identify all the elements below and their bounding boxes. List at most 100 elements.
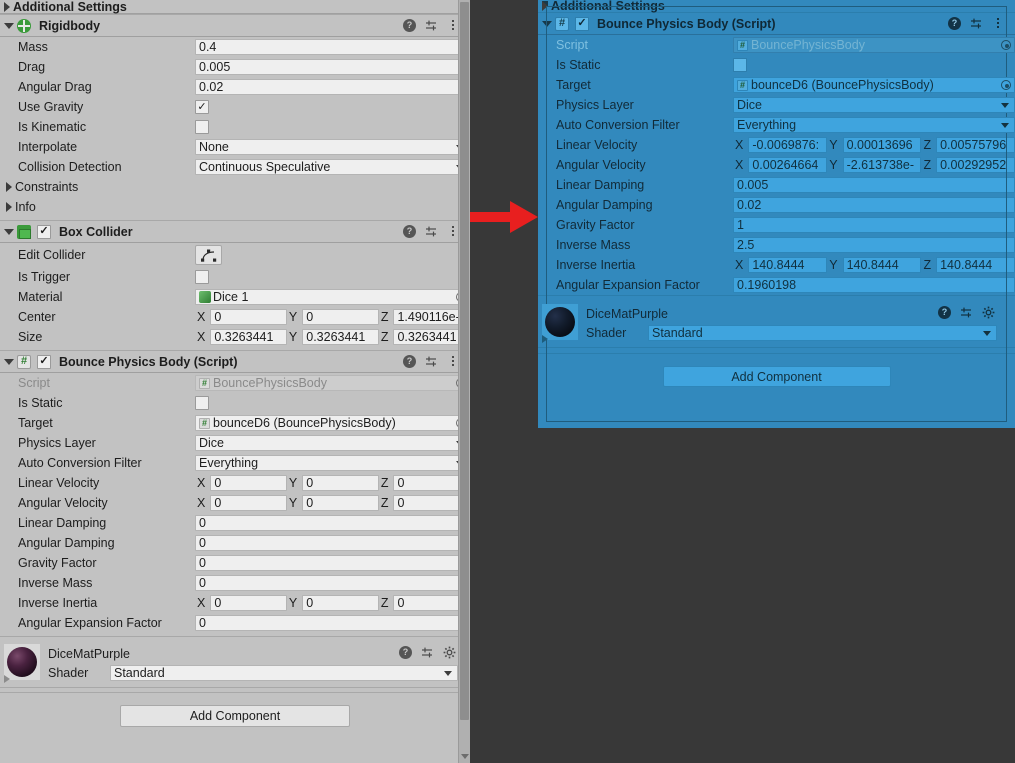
interpolate-dropdown[interactable]: None [195, 139, 470, 155]
edit-collider-button[interactable] [195, 245, 222, 265]
angular-velocity-x-input[interactable]: 0.00264664 [748, 157, 828, 173]
help-icon[interactable]: ? [403, 355, 416, 368]
auto-conversion-filter-dropdown[interactable]: Everything [195, 455, 470, 471]
component-header-bounce-physics-body[interactable]: # ✓ Bounce Physics Body (Script) ? [538, 12, 1015, 35]
angular-velocity-y-input[interactable]: 0 [302, 495, 379, 511]
physics-material-icon [199, 291, 211, 303]
angular-damping-input[interactable]: 0.02 [733, 197, 1015, 213]
angular-velocity-x-input[interactable]: 0 [210, 495, 287, 511]
center-y-input[interactable]: 0 [302, 309, 379, 325]
linear-velocity-x-input[interactable]: 0 [210, 475, 287, 491]
add-component-button[interactable]: Add Component [120, 705, 350, 727]
chevron-right-icon[interactable] [4, 675, 10, 683]
additional-settings-header[interactable]: Additional Settings [0, 0, 470, 14]
gear-icon[interactable] [982, 306, 995, 319]
angular-expansion-factor-input[interactable]: 0.1960198 [733, 277, 1015, 293]
preset-icon[interactable] [425, 355, 438, 368]
angular-damping-input[interactable]: 0 [195, 535, 470, 551]
inverse-inertia-y-input[interactable]: 140.8444 [842, 257, 922, 273]
linear-velocity-y-input[interactable]: 0 [302, 475, 379, 491]
preset-icon[interactable] [421, 646, 434, 659]
size-y-input[interactable]: 0.3263441 [302, 329, 379, 345]
is-trigger-checkbox[interactable] [195, 270, 209, 284]
component-header-rigidbody[interactable]: Rigidbody ? [0, 14, 470, 37]
use-gravity-checkbox[interactable]: ✓ [195, 100, 209, 114]
row-collision-detection: Collision Detection Continuous Speculati… [0, 157, 470, 177]
is-kinematic-checkbox[interactable] [195, 120, 209, 134]
preset-icon[interactable] [425, 225, 438, 238]
help-icon[interactable]: ? [403, 19, 416, 32]
angular-velocity-z-input[interactable]: 0.00292952 [936, 157, 1015, 173]
add-component-button[interactable]: Add Component [662, 366, 891, 387]
preset-icon[interactable] [425, 19, 438, 32]
gravity-factor-input[interactable]: 1 [733, 217, 1015, 233]
shader-dropdown[interactable]: Standard [648, 325, 997, 341]
help-icon[interactable]: ? [399, 646, 412, 659]
kebab-menu-icon[interactable] [992, 17, 1005, 30]
material-object-field[interactable]: Dice 1 [195, 289, 470, 305]
linear-velocity-x-input[interactable]: -0.0069876: [748, 137, 828, 153]
angular-expansion-factor-input[interactable]: 0 [195, 615, 470, 631]
help-icon[interactable]: ? [938, 306, 951, 319]
chevron-down-icon[interactable] [4, 228, 14, 235]
inverse-inertia-x-input[interactable]: 140.8444 [748, 257, 828, 273]
chevron-right-icon[interactable] [542, 1, 548, 11]
inverse-mass-input[interactable]: 2.5 [733, 237, 1015, 253]
target-object-field[interactable]: # bounceD6 (BouncePhysicsBody) [733, 77, 1015, 93]
preset-icon[interactable] [960, 306, 973, 319]
angular-drag-input[interactable]: 0.02 [195, 79, 470, 95]
preset-icon[interactable] [970, 17, 983, 30]
inverse-mass-input[interactable]: 0 [195, 575, 470, 591]
box-collider-enabled-checkbox[interactable]: ✓ [37, 224, 51, 239]
bounce-physics-body-enabled-checkbox[interactable]: ✓ [37, 354, 51, 369]
chevron-right-icon[interactable] [6, 202, 12, 212]
component-header-box-collider[interactable]: ✓ Box Collider ? [0, 220, 470, 243]
foldout-info[interactable]: Info [0, 197, 470, 217]
linear-damping-input[interactable]: 0 [195, 515, 470, 531]
additional-settings-header[interactable]: Additional Settings [538, 0, 1015, 13]
inverse-inertia-x-input[interactable]: 0 [210, 595, 287, 611]
scroll-down-arrow-icon[interactable] [461, 754, 469, 759]
help-icon[interactable]: ? [403, 225, 416, 238]
foldout-constraints[interactable]: Constraints [0, 177, 470, 197]
angular-velocity-y-input[interactable]: -2.613738e- [842, 157, 922, 173]
mass-input[interactable]: 0.4 [195, 39, 470, 55]
dropdown-value: Continuous Speculative [199, 159, 331, 174]
physics-layer-dropdown[interactable]: Dice [195, 435, 470, 451]
auto-conversion-filter-dropdown[interactable]: Everything [733, 117, 1015, 133]
chevron-right-icon[interactable] [542, 335, 548, 343]
chevron-down-icon[interactable] [542, 20, 552, 27]
linear-velocity-z-input[interactable]: 0.00575796 [936, 137, 1015, 153]
row-label: Angular Expansion Factor [18, 616, 162, 630]
center-x-input[interactable]: 0 [210, 309, 287, 325]
shader-dropdown[interactable]: Standard [110, 665, 458, 681]
is-static-checkbox[interactable] [195, 396, 209, 410]
inverse-inertia-y-input[interactable]: 0 [302, 595, 379, 611]
linear-damping-input[interactable]: 0.005 [733, 177, 1015, 193]
chevron-down-icon [1001, 123, 1009, 128]
scrollbar-thumb[interactable] [460, 2, 469, 720]
is-static-checkbox[interactable] [733, 58, 747, 72]
physics-layer-dropdown[interactable]: Dice [733, 97, 1015, 113]
size-x-input[interactable]: 0.3263441 [210, 329, 287, 345]
object-picker-icon [1001, 40, 1011, 50]
object-picker-icon[interactable] [1001, 80, 1011, 90]
inverse-inertia-z-input[interactable]: 140.8444 [936, 257, 1015, 273]
chevron-down-icon[interactable] [4, 22, 14, 29]
collision-detection-dropdown[interactable]: Continuous Speculative [195, 159, 470, 175]
chevron-right-icon[interactable] [4, 1, 10, 12]
help-icon[interactable]: ? [948, 17, 961, 30]
inspector-scrollbar[interactable] [458, 0, 470, 763]
chevron-right-icon[interactable] [6, 182, 12, 192]
target-object-field[interactable]: # bounceD6 (BouncePhysicsBody) [195, 415, 470, 431]
row-edit-collider: Edit Collider [0, 243, 470, 267]
component-title: Box Collider [59, 224, 133, 239]
component-header-bounce-physics-body[interactable]: # ✓ Bounce Physics Body (Script) ? [0, 350, 470, 373]
chevron-down-icon[interactable] [4, 358, 14, 365]
gravity-factor-input[interactable]: 0 [195, 555, 470, 571]
row-drag: Drag 0.005 [0, 57, 470, 77]
gear-icon[interactable] [443, 646, 456, 659]
bounce-physics-body-enabled-checkbox[interactable]: ✓ [575, 16, 589, 31]
drag-input[interactable]: 0.005 [195, 59, 470, 75]
linear-velocity-y-input[interactable]: 0.00013696 [842, 137, 922, 153]
